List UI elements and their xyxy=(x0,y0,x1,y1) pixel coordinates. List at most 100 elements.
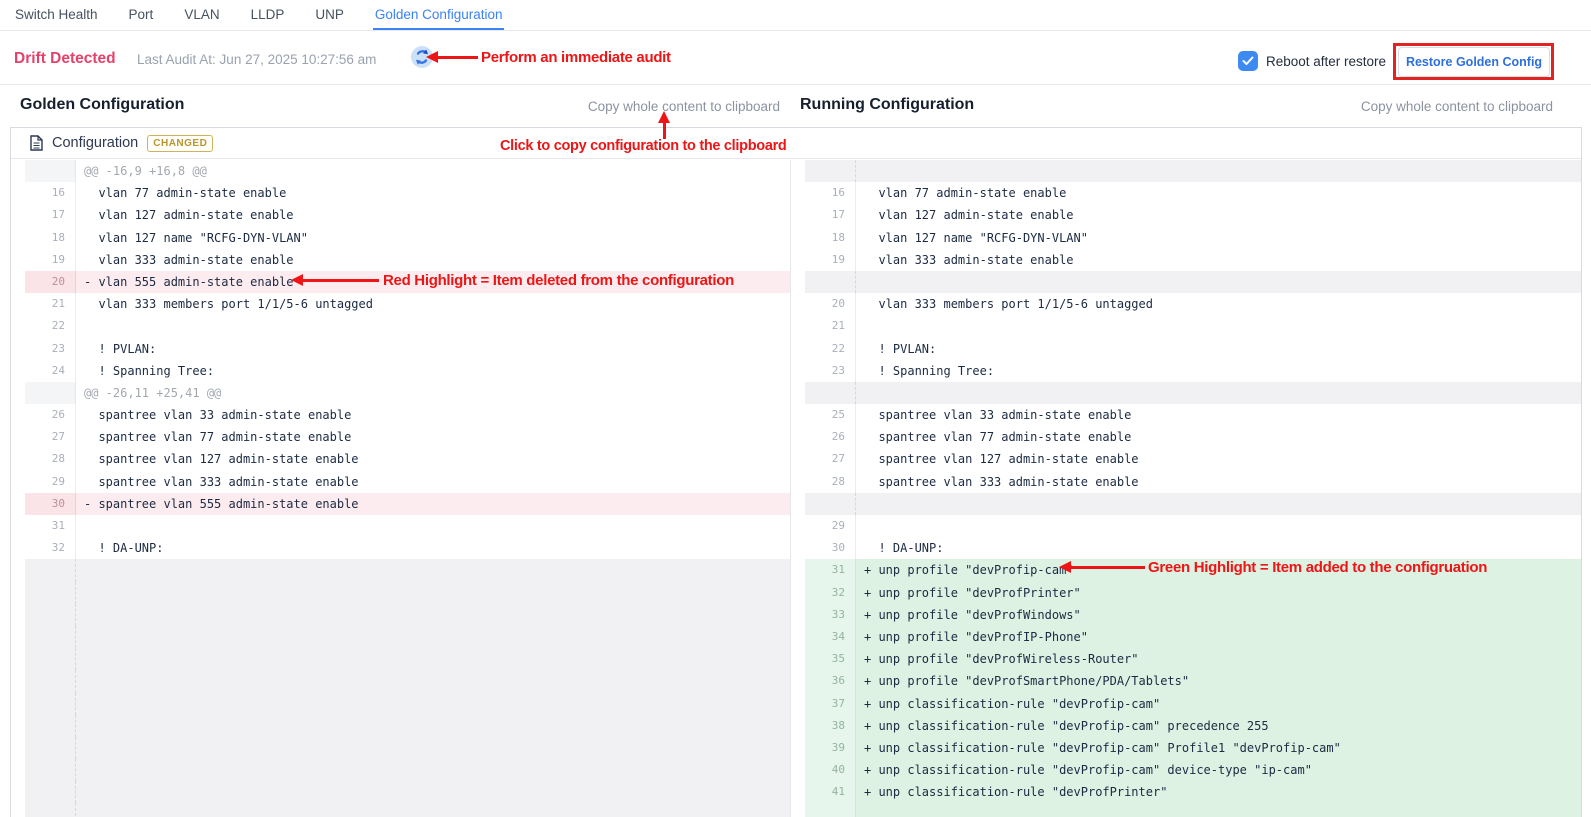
diff-row-add: 32+ unp profile "devProfPrinter" xyxy=(791,582,1581,604)
row-margin xyxy=(11,204,25,226)
diff-row-ctx: 21 xyxy=(791,315,1581,337)
diff-row-ctx: 16 vlan 77 admin-state enable xyxy=(11,182,790,204)
line-content: + unp profile "devProfPrinter" xyxy=(856,582,1581,604)
diff-row-filler xyxy=(11,559,790,581)
diff-row-filler xyxy=(11,626,790,648)
line-content xyxy=(76,559,790,581)
diff-row-ctx: 21 vlan 333 members port 1/1/5-6 untagge… xyxy=(11,293,790,315)
line-number: 20 xyxy=(25,271,76,293)
line-number: 16 xyxy=(805,182,856,204)
line-content xyxy=(76,604,790,626)
restore-golden-config-button[interactable]: Restore Golden Config xyxy=(1398,47,1550,77)
tab-lldp[interactable]: LLDP xyxy=(249,0,287,30)
line-number xyxy=(25,693,76,715)
document-icon xyxy=(30,135,43,151)
diff-row-add: 34+ unp profile "devProfIP-Phone" xyxy=(791,626,1581,648)
diff-row-filler xyxy=(791,493,1581,515)
line-content: ! DA-UNP: xyxy=(76,537,790,559)
row-margin xyxy=(11,227,25,249)
row-margin xyxy=(791,493,805,515)
line-number: 28 xyxy=(25,448,76,470)
row-margin xyxy=(791,426,805,448)
line-number: 39 xyxy=(805,737,856,759)
diff-row-ctx: 16 vlan 77 admin-state enable xyxy=(791,182,1581,204)
diff-row-ctx: 27 spantree vlan 77 admin-state enable xyxy=(11,426,790,448)
line-content: + unp classification-rule "devProfip-cam… xyxy=(856,693,1581,715)
row-margin xyxy=(791,648,805,670)
annotation-audit-text: Perform an immediate audit xyxy=(481,49,671,66)
diff-row-add xyxy=(791,803,1581,817)
diff-row-ctx: 31 xyxy=(11,515,790,537)
line-number xyxy=(805,160,856,182)
line-number xyxy=(25,626,76,648)
line-content: + unp classification-rule "devProfip-cam… xyxy=(856,737,1581,759)
audit-header-bar: Drift Detected Last Audit At: Jun 27, 20… xyxy=(0,31,1591,85)
diff-row-ctx: 28 spantree vlan 333 admin-state enable xyxy=(791,471,1581,493)
diff-row-ctx: 22 xyxy=(11,315,790,337)
line-content xyxy=(76,737,790,759)
row-margin xyxy=(11,537,25,559)
line-content: vlan 333 members port 1/1/5-6 untagged xyxy=(76,293,790,315)
line-number xyxy=(805,271,856,293)
reboot-after-restore-checkbox[interactable] xyxy=(1238,51,1258,71)
row-margin xyxy=(791,604,805,626)
line-number xyxy=(805,493,856,515)
diff-row-filler xyxy=(11,781,790,803)
diff-row-ctx: 25 spantree vlan 33 admin-state enable xyxy=(791,404,1581,426)
line-content: vlan 127 name "RCFG-DYN-VLAN" xyxy=(856,227,1581,249)
running-diff-pane: 16 vlan 77 admin-state enable17 vlan 127… xyxy=(790,160,1581,817)
row-margin xyxy=(791,227,805,249)
tab-switch-health[interactable]: Switch Health xyxy=(13,0,100,30)
diff-row-ctx: 28 spantree vlan 127 admin-state enable xyxy=(11,448,790,470)
row-margin xyxy=(791,803,805,817)
diff-row-filler xyxy=(11,648,790,670)
row-margin xyxy=(11,382,25,404)
line-content xyxy=(76,648,790,670)
line-number xyxy=(25,715,76,737)
row-margin xyxy=(791,182,805,204)
line-number xyxy=(25,737,76,759)
row-margin xyxy=(791,471,805,493)
diff-row-ctx: 23 ! PVLAN: xyxy=(11,338,790,360)
tab-golden-configuration[interactable]: Golden Configuration xyxy=(373,0,505,30)
line-content xyxy=(76,781,790,803)
row-margin xyxy=(791,293,805,315)
line-number xyxy=(25,759,76,781)
row-margin xyxy=(11,360,25,382)
line-number: 19 xyxy=(25,249,76,271)
tab-port[interactable]: Port xyxy=(127,0,156,30)
line-number: 26 xyxy=(25,404,76,426)
line-number xyxy=(25,582,76,604)
running-copy-to-clipboard-link[interactable]: Copy whole content to clipboard xyxy=(1361,99,1553,114)
line-number: 30 xyxy=(805,537,856,559)
line-content: vlan 333 members port 1/1/5-6 untagged xyxy=(856,293,1581,315)
row-margin xyxy=(791,404,805,426)
row-margin xyxy=(791,515,805,537)
line-number: 17 xyxy=(25,204,76,226)
row-margin xyxy=(11,404,25,426)
row-margin xyxy=(11,182,25,204)
diff-row-ctx: 20 vlan 333 members port 1/1/5-6 untagge… xyxy=(791,293,1581,315)
golden-copy-to-clipboard-link[interactable]: Copy whole content to clipboard xyxy=(588,99,780,114)
diff-row-ctx: 18 vlan 127 name "RCFG-DYN-VLAN" xyxy=(11,227,790,249)
row-margin xyxy=(11,515,25,537)
row-margin xyxy=(791,160,805,182)
row-margin xyxy=(11,737,25,759)
line-content: + unp profile "devProfWindows" xyxy=(856,604,1581,626)
line-number: 24 xyxy=(25,360,76,382)
row-margin xyxy=(791,781,805,803)
row-margin xyxy=(791,737,805,759)
tab-unp[interactable]: UNP xyxy=(313,0,346,30)
diff-row-add: 41+ unp classification-rule "devProfPrin… xyxy=(791,781,1581,803)
row-margin xyxy=(11,448,25,470)
diff-row-ctx: 19 vlan 333 admin-state enable xyxy=(11,249,790,271)
row-margin xyxy=(11,759,25,781)
line-number: 27 xyxy=(805,448,856,470)
row-margin xyxy=(791,759,805,781)
line-content: ! Spanning Tree: xyxy=(76,360,790,382)
row-margin xyxy=(11,582,25,604)
line-number xyxy=(25,648,76,670)
diff-row-filler xyxy=(11,693,790,715)
tab-vlan[interactable]: VLAN xyxy=(182,0,221,30)
line-content: spantree vlan 33 admin-state enable xyxy=(76,404,790,426)
